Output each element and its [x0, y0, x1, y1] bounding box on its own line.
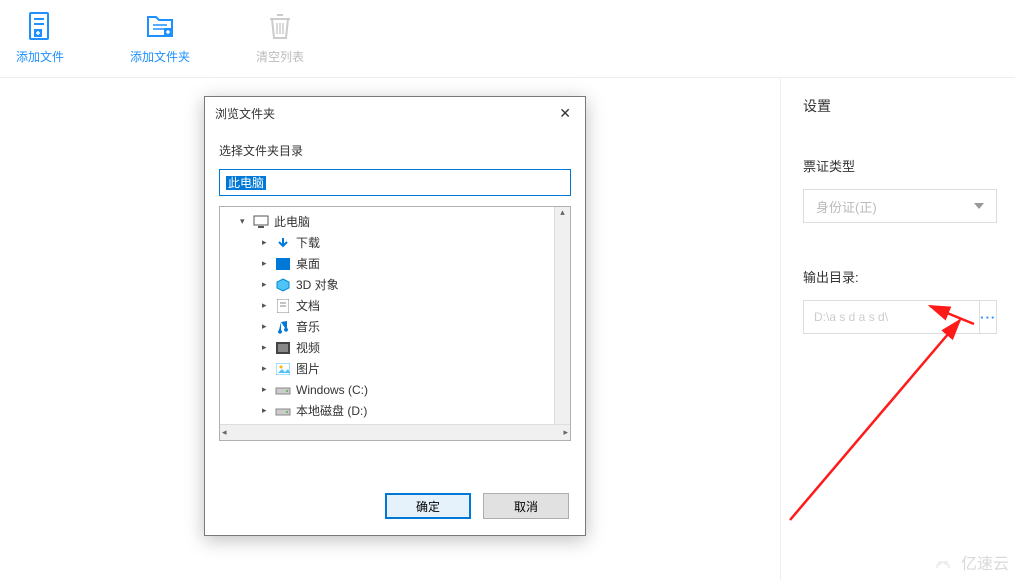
expand-icon[interactable] — [262, 279, 274, 290]
dialog-subtitle: 选择文件夹目录 — [205, 130, 585, 169]
main-area: 浏览文件夹 ✕ 选择文件夹目录 此电脑 此电脑下载桌面 3D 对象文档音乐视频图片… — [0, 78, 1015, 580]
cancel-button[interactable]: 取消 — [483, 493, 569, 519]
tree-node[interactable]: 文档 — [220, 295, 570, 316]
clear-list-label: 清空列表 — [256, 48, 304, 65]
tree-node[interactable]: 此电脑 — [220, 211, 570, 232]
watermark: 亿速云 — [929, 550, 1009, 574]
watermark-text: 亿速云 — [961, 550, 1009, 574]
tree-node-label: Windows (C:) — [296, 383, 368, 397]
add-folder-button[interactable]: 添加文件夹 — [120, 10, 200, 77]
pc-icon — [252, 214, 270, 230]
ok-button[interactable]: 确定 — [385, 493, 471, 519]
tree-node-label: 文档 — [296, 297, 320, 314]
horizontal-scrollbar[interactable]: ◂ ▸ — [220, 424, 570, 440]
expand-icon[interactable] — [240, 216, 252, 227]
expand-icon[interactable] — [262, 237, 274, 248]
tree-node[interactable]: 图片 — [220, 358, 570, 379]
expand-icon[interactable] — [262, 258, 274, 269]
folder-icon — [282, 424, 296, 425]
drive-icon — [274, 382, 292, 398]
tree-node[interactable]: 视频 — [220, 337, 570, 358]
tree-node-label: 视频 — [296, 339, 320, 356]
clear-list-button[interactable]: 清空列表 — [240, 10, 320, 77]
folder-tree[interactable]: 此电脑下载桌面 3D 对象文档音乐视频图片 Windows (C:) 本地磁盘 (D:… — [220, 207, 570, 424]
tree-node-label: 图片 — [296, 360, 320, 377]
browse-folder-dialog: 浏览文件夹 ✕ 选择文件夹目录 此电脑 此电脑下载桌面 3D 对象文档音乐视频图片… — [204, 96, 586, 536]
tree-node-label: 桌面 — [296, 255, 320, 272]
add-file-button[interactable]: 添加文件 — [0, 10, 80, 77]
scroll-up-icon: ▴ — [555, 207, 570, 218]
folder-tree-container: 此电脑下载桌面 3D 对象文档音乐视频图片 Windows (C:) 本地磁盘 (D:… — [219, 206, 571, 441]
tree-node-label: 音乐 — [296, 318, 320, 335]
dialog-title: 浏览文件夹 — [215, 105, 275, 122]
file-add-icon — [24, 10, 56, 42]
output-dir-input[interactable] — [803, 300, 980, 334]
left-pane: 浏览文件夹 ✕ 选择文件夹目录 此电脑 此电脑下载桌面 3D 对象文档音乐视频图片… — [0, 78, 780, 580]
expand-icon[interactable] — [262, 405, 274, 416]
tree-node[interactable]: 3D 对象 — [220, 274, 570, 295]
scroll-right-icon: ▸ — [563, 427, 568, 438]
pic-icon — [274, 361, 292, 377]
expand-icon[interactable] — [262, 363, 274, 374]
scroll-left-icon: ◂ — [222, 427, 227, 438]
tree-node[interactable]: 本地磁盘 (D:) — [220, 400, 570, 421]
folder-add-icon — [144, 10, 176, 42]
trash-icon — [264, 10, 296, 42]
video-icon — [274, 340, 292, 356]
desk-icon — [274, 256, 292, 272]
expand-icon[interactable] — [262, 384, 274, 395]
add-folder-label: 添加文件夹 — [130, 48, 190, 65]
doc-type-label: 票证类型 — [803, 156, 997, 175]
drive-icon — [274, 403, 292, 419]
tree-node-label: 本地磁盘 (D:) — [296, 402, 367, 419]
path-text: 此电脑 — [226, 176, 266, 190]
dialog-buttons: 确定 取消 — [385, 493, 569, 519]
tree-node[interactable]: 下载 — [220, 232, 570, 253]
output-dir-label: 输出目录: — [803, 267, 997, 286]
music-icon — [274, 319, 292, 335]
expand-icon[interactable] — [262, 321, 274, 332]
doc-icon — [274, 298, 292, 314]
tree-node[interactable]: 桌面 — [220, 253, 570, 274]
toolbar: 添加文件 添加文件夹 清空列表 — [0, 0, 1015, 78]
output-dir-row: ··· — [803, 300, 997, 334]
dialog-close-button[interactable]: ✕ — [553, 103, 577, 124]
expand-icon[interactable] — [262, 342, 274, 353]
doc-type-value: 身份证(正) — [816, 197, 877, 216]
settings-title: 设置 — [803, 96, 997, 116]
tree-node-label: 3D 对象 — [296, 276, 339, 293]
tree-node-label: 此电脑 — [274, 213, 310, 230]
browse-output-button[interactable]: ··· — [980, 300, 997, 334]
vertical-scrollbar[interactable]: ▴ — [554, 207, 570, 424]
settings-panel: 设置 票证类型 身份证(正) 输出目录: ··· — [780, 78, 1015, 580]
path-input[interactable]: 此电脑 — [219, 169, 571, 196]
chevron-down-icon — [974, 203, 984, 209]
expand-icon[interactable] — [262, 300, 274, 311]
tree-node[interactable]: Windows (C:) — [220, 379, 570, 400]
tree-node-label: 下载 — [296, 234, 320, 251]
cube-icon — [274, 277, 292, 293]
add-file-label: 添加文件 — [16, 48, 64, 65]
tree-node-label: 丁海云-流程图制作套路你都知道吗？世界五百强都在 — [300, 423, 570, 424]
down-icon — [274, 235, 292, 251]
dialog-titlebar: 浏览文件夹 ✕ — [205, 97, 585, 130]
doc-type-select[interactable]: 身份证(正) — [803, 189, 997, 223]
tree-node[interactable]: 音乐 — [220, 316, 570, 337]
